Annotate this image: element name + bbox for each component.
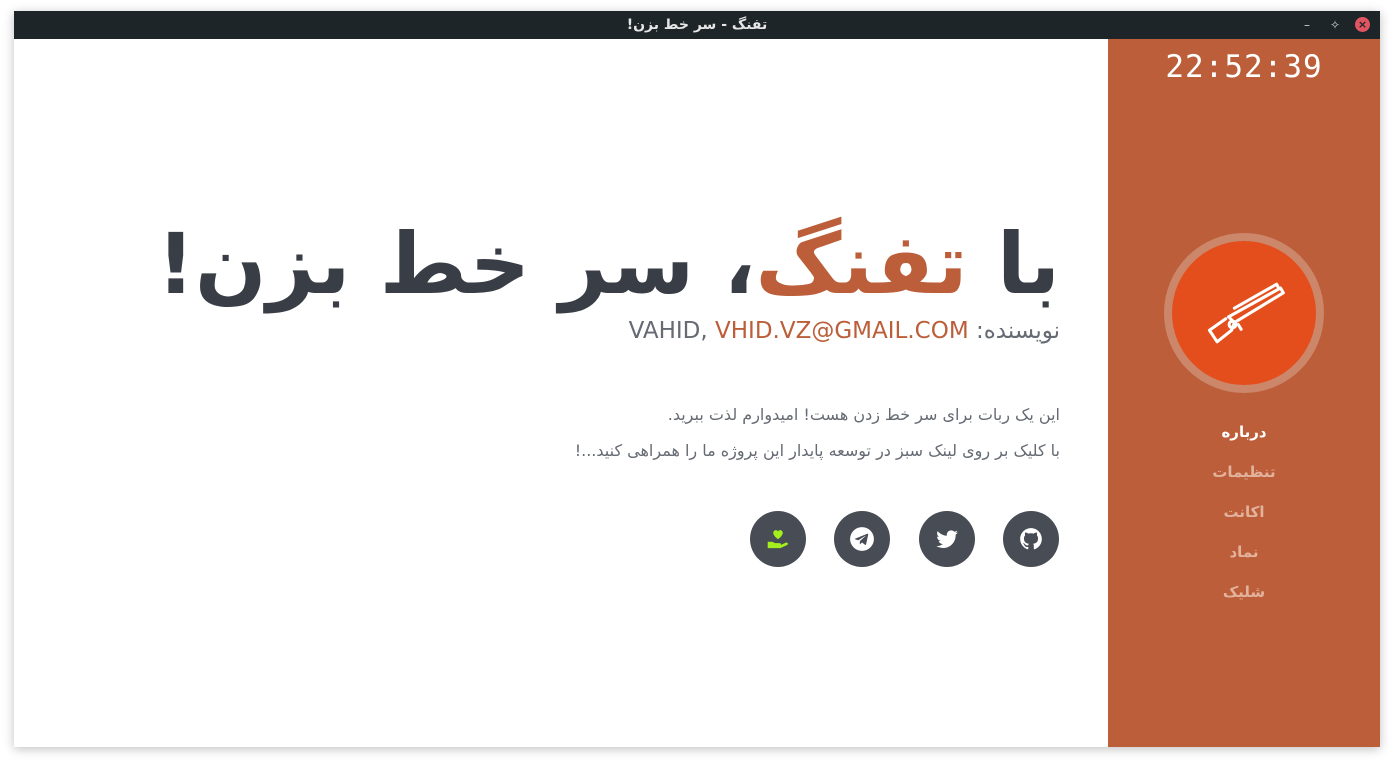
social-links [750,511,1061,567]
rifle-icon [1207,282,1285,344]
headline-brand: تفنگ [755,215,968,313]
twitter-button[interactable] [919,511,975,567]
nav-item-symbol[interactable]: نماد [1108,532,1380,572]
description-line: این یک ربات برای سر خط زدن هست! امیدوارم… [667,405,1060,424]
donate-icon [767,530,788,549]
github-icon [1020,528,1042,550]
description-line: با کلیک بر روی لینک سبز در توسعه پایدار … [574,441,1060,460]
app-logo [1172,241,1316,385]
nav-item-shoot[interactable]: شلیک [1108,572,1380,612]
twitter-icon [936,530,958,548]
github-button[interactable] [1003,511,1059,567]
nav-item-account[interactable]: اکانت [1108,492,1380,532]
sidebar-nav: درباره تنظیمات اکانت نماد شلیک [1108,412,1380,612]
description: این یک ربات برای سر خط زدن هست! امیدوارم… [360,397,1060,469]
donate-button[interactable] [750,511,806,567]
headline-suffix: ، سر خط بزن! [156,215,756,313]
about-page: با تفنگ، سر خط بزن! نویسنده: VAHID, VHID… [14,39,1108,747]
author-label: نویسنده: [968,318,1060,344]
nav-item-settings[interactable]: تنظیمات [1108,452,1380,492]
telegram-icon [850,527,874,551]
author-email-link[interactable]: VHID.VZ@GMAIL.COM [715,318,969,344]
maximize-button[interactable]: ✧ [1327,17,1343,33]
page-headline: با تفنگ، سر خط بزن! [156,209,1060,319]
window-title: تفنگ - سر خط بزن! [626,17,768,33]
nav-item-about[interactable]: درباره [1108,412,1380,452]
title-bar[interactable]: تفنگ - سر خط بزن! – ✧ × [14,11,1380,39]
sidebar: 22:52:39 درباره تنظیمات اکانت نماد شلیک [1108,39,1380,747]
clock: 22:52:39 [1165,49,1323,85]
headline-prefix: با [967,215,1060,313]
telegram-button[interactable] [834,511,890,567]
author-separator: , [700,318,716,344]
logo-ring [1164,233,1324,393]
author-name: VAHID [628,318,701,344]
app-window: تفنگ - سر خط بزن! – ✧ × با تفنگ، سر خط ب… [14,11,1380,747]
author-line: نویسنده: VAHID, VHID.VZ@GMAIL.COM [360,315,1060,347]
close-button[interactable]: × [1355,17,1370,32]
minimize-button[interactable]: – [1299,17,1315,33]
